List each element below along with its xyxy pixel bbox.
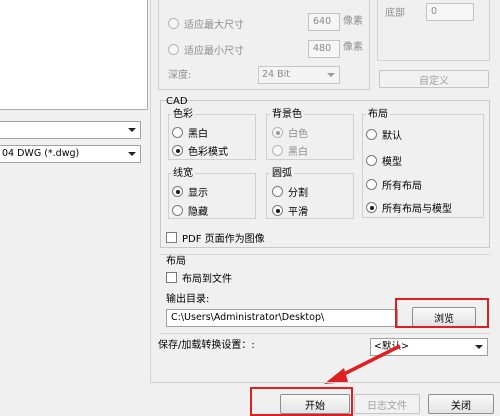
- arc-smooth-label: 平滑: [288, 207, 308, 218]
- layout-model-radio[interactable]: 模型: [366, 153, 402, 168]
- background-bw-radio[interactable]: 黑白: [272, 143, 308, 158]
- depth-label: 深度:: [168, 70, 192, 81]
- color-bw-label: 黑白: [188, 129, 208, 140]
- color-group-title: 色彩: [171, 109, 195, 121]
- radio-icon: [172, 127, 183, 138]
- start-button[interactable]: 开始: [280, 394, 350, 414]
- arc-smooth-radio[interactable]: 平滑: [272, 203, 308, 218]
- radio-checked-icon: [366, 202, 377, 213]
- browse-button-label: 浏览: [434, 313, 454, 325]
- output-dir-label: 输出目录:: [166, 294, 210, 305]
- layout-model-label: 模型: [382, 157, 402, 168]
- format-combo-dwg-value: 04 DWG (*.dwg): [2, 148, 80, 159]
- lineweight-group-title: 线宽: [171, 168, 195, 180]
- layout-to-file-checkbox[interactable]: 布局到文件: [166, 270, 232, 285]
- lineweight-show-radio[interactable]: 显示: [172, 184, 208, 199]
- lineweight-show-label: 显示: [188, 188, 208, 199]
- format-combo-dwg[interactable]: 04 DWG (*.dwg): [0, 145, 141, 163]
- radio-icon: [168, 18, 179, 29]
- chevron-down-icon: [124, 122, 140, 138]
- radio-icon: [272, 145, 283, 156]
- color-mode-radio[interactable]: 色彩模式: [172, 143, 228, 158]
- background-white-radio[interactable]: 白色: [272, 125, 308, 140]
- settings-label: 保存/加载转换设置：:: [158, 340, 255, 351]
- arc-split-radio[interactable]: 分割: [272, 184, 308, 199]
- bottom-margin-value[interactable]: 0: [426, 3, 474, 21]
- checkbox-icon: [166, 272, 177, 283]
- layout-section-title: 布局: [166, 256, 186, 267]
- radio-checked-icon: [172, 186, 183, 197]
- fit-min-label: 适应最小尺寸: [184, 46, 244, 57]
- bottom-margin-label: 底部: [385, 8, 405, 19]
- chevron-down-icon: [471, 339, 487, 355]
- bottom-margin-value-text: 0: [431, 6, 438, 17]
- arc-split-label: 分割: [288, 188, 308, 199]
- layout-default-radio[interactable]: 默认: [366, 127, 402, 142]
- red-arrow-icon: [324, 344, 401, 384]
- output-dir-path: C:\Users\Administrator\Desktop\: [171, 312, 325, 323]
- depth-combo[interactable]: 24 Bit: [258, 66, 340, 84]
- fit-max-value-text: 640: [313, 16, 332, 27]
- fit-min-value-text: 480: [313, 43, 332, 54]
- close-button-label: 关闭: [451, 400, 471, 412]
- browse-button[interactable]: 浏览: [412, 307, 476, 327]
- background-white-label: 白色: [288, 129, 308, 140]
- radio-icon: [366, 179, 377, 190]
- layout-all-label: 所有布局: [382, 181, 422, 192]
- format-combo-top[interactable]: [0, 121, 141, 139]
- fit-min-value[interactable]: 480: [308, 40, 340, 58]
- chevron-down-icon: [124, 146, 140, 162]
- layout-default-label: 默认: [382, 131, 402, 142]
- settings-separator: [160, 333, 490, 334]
- radio-icon: [366, 129, 377, 140]
- pdf-as-image-label: PDF 页面作为图像: [182, 234, 265, 245]
- depth-value: 24 Bit: [262, 69, 290, 80]
- arc-group-title: 圆弧: [270, 168, 294, 180]
- cad-layout-group-title: 布局: [366, 109, 390, 121]
- radio-icon: [272, 186, 283, 197]
- layout-separator: [160, 254, 490, 255]
- fit-max-value[interactable]: 640: [308, 13, 340, 31]
- lineweight-hide-radio[interactable]: 隐藏: [172, 203, 208, 218]
- fit-min-radio[interactable]: 适应最小尺寸: [168, 42, 244, 57]
- start-button-label: 开始: [305, 400, 325, 412]
- lineweight-hide-label: 隐藏: [188, 207, 208, 218]
- output-dir-field[interactable]: C:\Users\Administrator\Desktop\: [166, 309, 398, 327]
- custom-button[interactable]: 自定义: [379, 70, 489, 88]
- layout-all-model-radio[interactable]: 所有布局与模型: [366, 200, 452, 215]
- color-mode-label: 色彩模式: [188, 147, 228, 158]
- background-group-title: 背景色: [270, 109, 304, 121]
- radio-checked-icon: [272, 127, 283, 138]
- color-bw-radio[interactable]: 黑白: [172, 125, 208, 140]
- pdf-as-image-checkbox[interactable]: PDF 页面作为图像: [166, 230, 265, 245]
- background-bw-label: 黑白: [288, 147, 308, 158]
- radio-icon: [168, 44, 179, 55]
- radio-icon: [172, 205, 183, 216]
- log-file-button-label: 日志文件: [367, 400, 407, 412]
- left-panel-divider: [150, 0, 151, 382]
- radio-checked-icon: [272, 205, 283, 216]
- layout-to-file-label: 布局到文件: [182, 274, 232, 285]
- fit-min-unit: 像素: [343, 42, 363, 53]
- chevron-down-icon: [323, 67, 339, 83]
- file-list-panel[interactable]: [0, 0, 148, 110]
- cad-title: CAD: [166, 96, 188, 107]
- fit-max-label: 适应最大尺寸: [184, 20, 244, 31]
- fit-max-radio[interactable]: 适应最大尺寸: [168, 16, 244, 31]
- custom-button-label: 自定义: [419, 75, 449, 87]
- log-file-button[interactable]: 日志文件: [354, 394, 420, 414]
- radio-checked-icon: [172, 145, 183, 156]
- bottom-frame-line: [150, 382, 500, 383]
- fit-max-unit: 像素: [343, 16, 363, 27]
- checkbox-icon: [166, 232, 177, 243]
- close-button[interactable]: 关闭: [428, 394, 494, 414]
- layout-all-radio[interactable]: 所有布局: [366, 177, 422, 192]
- layout-all-model-label: 所有布局与模型: [382, 204, 452, 215]
- radio-icon: [366, 155, 377, 166]
